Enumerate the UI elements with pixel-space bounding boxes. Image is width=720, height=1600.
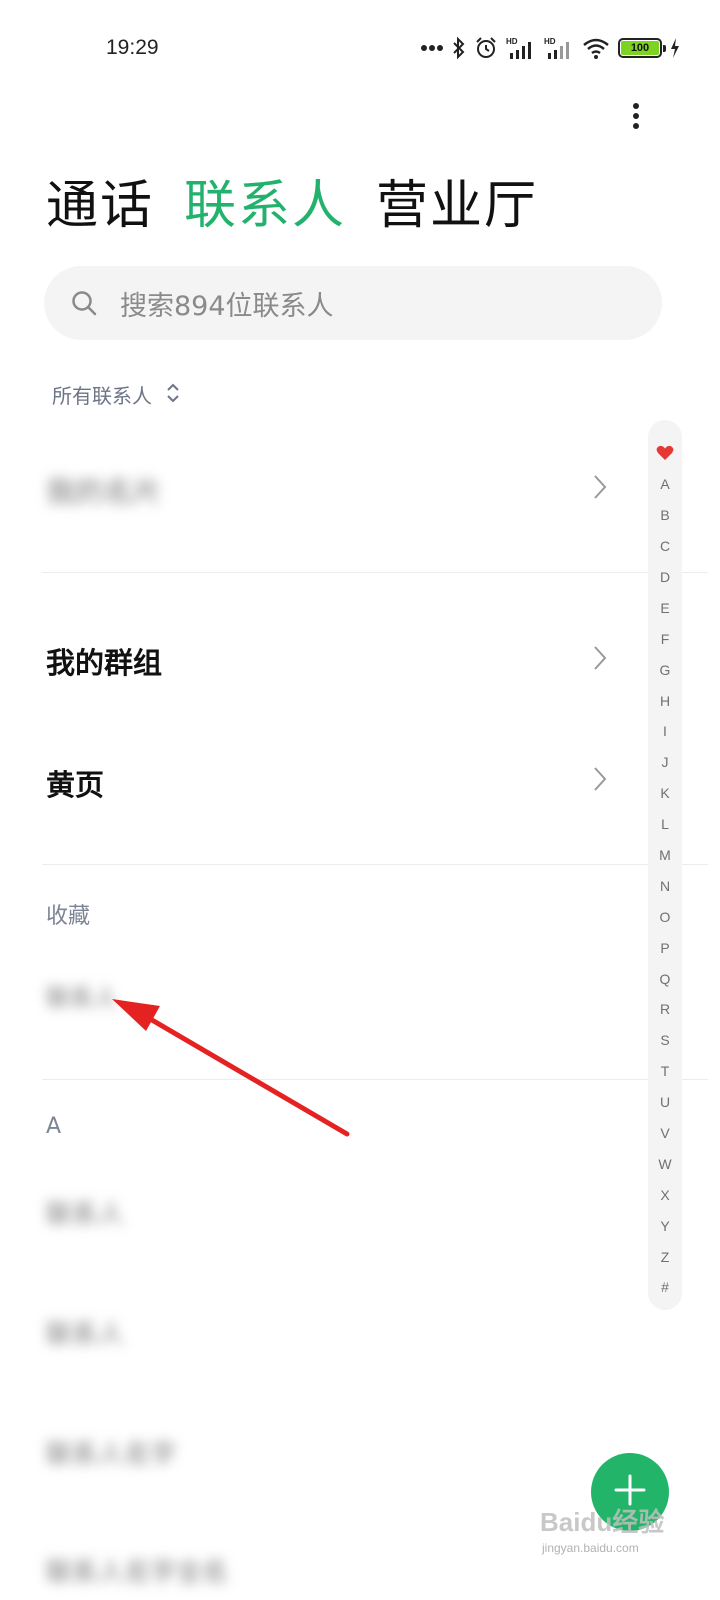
tab-service-hall[interactable]: 营业厅 xyxy=(376,170,538,242)
watermark-url: jingyan.baidu.com xyxy=(542,1541,639,1555)
list-item[interactable]: 联系人名字 xyxy=(0,1418,640,1488)
section-header-a: A xyxy=(46,1114,62,1139)
contact-name: 联系人名字全名 xyxy=(46,1558,229,1588)
index-letter-h[interactable]: H xyxy=(660,685,670,716)
index-letter-y[interactable]: Y xyxy=(660,1210,669,1241)
index-letter-j[interactable]: J xyxy=(662,747,669,778)
index-letter-e[interactable]: E xyxy=(660,592,669,623)
index-letter-s[interactable]: S xyxy=(660,1025,669,1056)
index-letter-a[interactable]: A xyxy=(660,469,669,500)
heart-icon[interactable] xyxy=(656,438,674,469)
index-letters: A B C D E F G H I J K L M N O P Q R S T U V W X Y Z # xyxy=(658,469,671,1303)
more-options-button[interactable] xyxy=(618,96,654,140)
index-letter-hash[interactable]: # xyxy=(661,1272,669,1303)
index-letter-i[interactable]: I xyxy=(663,716,667,747)
status-icons: HD HD 100 xyxy=(420,34,680,62)
svg-text:HD: HD xyxy=(506,37,518,46)
index-letter-k[interactable]: K xyxy=(660,778,669,809)
yellow-pages-label: 黄页 xyxy=(46,768,105,802)
list-item[interactable]: 联系人 xyxy=(0,1178,640,1248)
contact-name: 联系人 xyxy=(46,984,118,1012)
watermark-logo: Baidu经验 xyxy=(540,1507,665,1537)
index-letter-m[interactable]: M xyxy=(659,840,671,871)
bluetooth-icon xyxy=(452,36,466,60)
index-letter-r[interactable]: R xyxy=(660,994,670,1025)
index-letter-f[interactable]: F xyxy=(661,623,670,654)
chevron-up-down-icon xyxy=(166,382,180,408)
battery-icon: 100 xyxy=(618,38,666,58)
battery-level: 100 xyxy=(621,41,659,55)
status-time: 19:29 xyxy=(106,36,159,59)
contact-filter-dropdown[interactable]: 所有联系人 xyxy=(52,380,180,409)
index-letter-l[interactable]: L xyxy=(661,809,669,840)
hd-signal-icon: HD xyxy=(506,36,536,60)
my-groups-label: 我的群组 xyxy=(46,646,163,680)
contact-name: 联系人 xyxy=(46,1320,125,1350)
hd-signal-2-icon: HD xyxy=(544,36,574,60)
contact-name: 联系人名字 xyxy=(46,1440,177,1470)
index-letter-q[interactable]: Q xyxy=(660,963,671,994)
index-letter-o[interactable]: O xyxy=(660,901,671,932)
index-letter-u[interactable]: U xyxy=(660,1087,670,1118)
vertical-dots-icon xyxy=(632,102,640,134)
index-letter-p[interactable]: P xyxy=(660,932,669,963)
search-placeholder: 搜索894位联系人 xyxy=(120,290,334,322)
search-input[interactable]: 搜索894位联系人 xyxy=(44,266,662,340)
list-item[interactable]: 联系人 xyxy=(0,1298,640,1368)
chevron-right-icon xyxy=(592,644,608,676)
tab-calls[interactable]: 通话 xyxy=(46,170,154,242)
index-letter-g[interactable]: G xyxy=(660,654,671,685)
index-letter-n[interactable]: N xyxy=(660,870,670,901)
chevron-right-icon xyxy=(592,473,608,505)
index-letter-v[interactable]: V xyxy=(660,1118,669,1149)
tab-contacts[interactable]: 联系人 xyxy=(184,170,346,242)
svg-text:HD: HD xyxy=(544,37,556,46)
chevron-right-icon xyxy=(592,765,608,797)
charging-icon xyxy=(670,38,680,58)
search-icon xyxy=(70,289,98,317)
section-header-favorites: 收藏 xyxy=(46,904,91,929)
index-letter-b[interactable]: B xyxy=(660,500,669,531)
my-profile-row[interactable]: 我的名片 xyxy=(0,447,640,527)
divider xyxy=(42,572,708,573)
alphabet-index-bar[interactable]: A B C D E F G H I J K L M N O P Q R S T U V W X Y Z # xyxy=(648,420,682,1310)
alarm-icon xyxy=(474,36,498,60)
status-bar: 19:29 HD HD 100 xyxy=(0,0,720,96)
index-letter-d[interactable]: D xyxy=(660,562,670,593)
filter-label: 所有联系人 xyxy=(52,384,152,408)
my-profile-label: 我的名片 xyxy=(46,475,163,509)
list-item[interactable]: 联系人 xyxy=(0,960,640,1030)
my-groups-row[interactable]: 我的群组 xyxy=(0,620,640,700)
divider xyxy=(42,864,708,865)
index-letter-t[interactable]: T xyxy=(661,1056,670,1087)
index-letter-x[interactable]: X xyxy=(660,1179,669,1210)
contact-name: 联系人 xyxy=(46,1200,125,1230)
yellow-pages-row[interactable]: 黄页 xyxy=(0,740,640,820)
wifi-icon xyxy=(582,36,610,60)
divider xyxy=(42,1079,708,1080)
index-letter-w[interactable]: W xyxy=(658,1148,671,1179)
index-letter-z[interactable]: Z xyxy=(661,1241,670,1272)
index-letter-c[interactable]: C xyxy=(660,531,670,562)
more-dots-icon xyxy=(420,44,444,52)
top-tabs: 通话 联系人 营业厅 xyxy=(46,170,538,242)
